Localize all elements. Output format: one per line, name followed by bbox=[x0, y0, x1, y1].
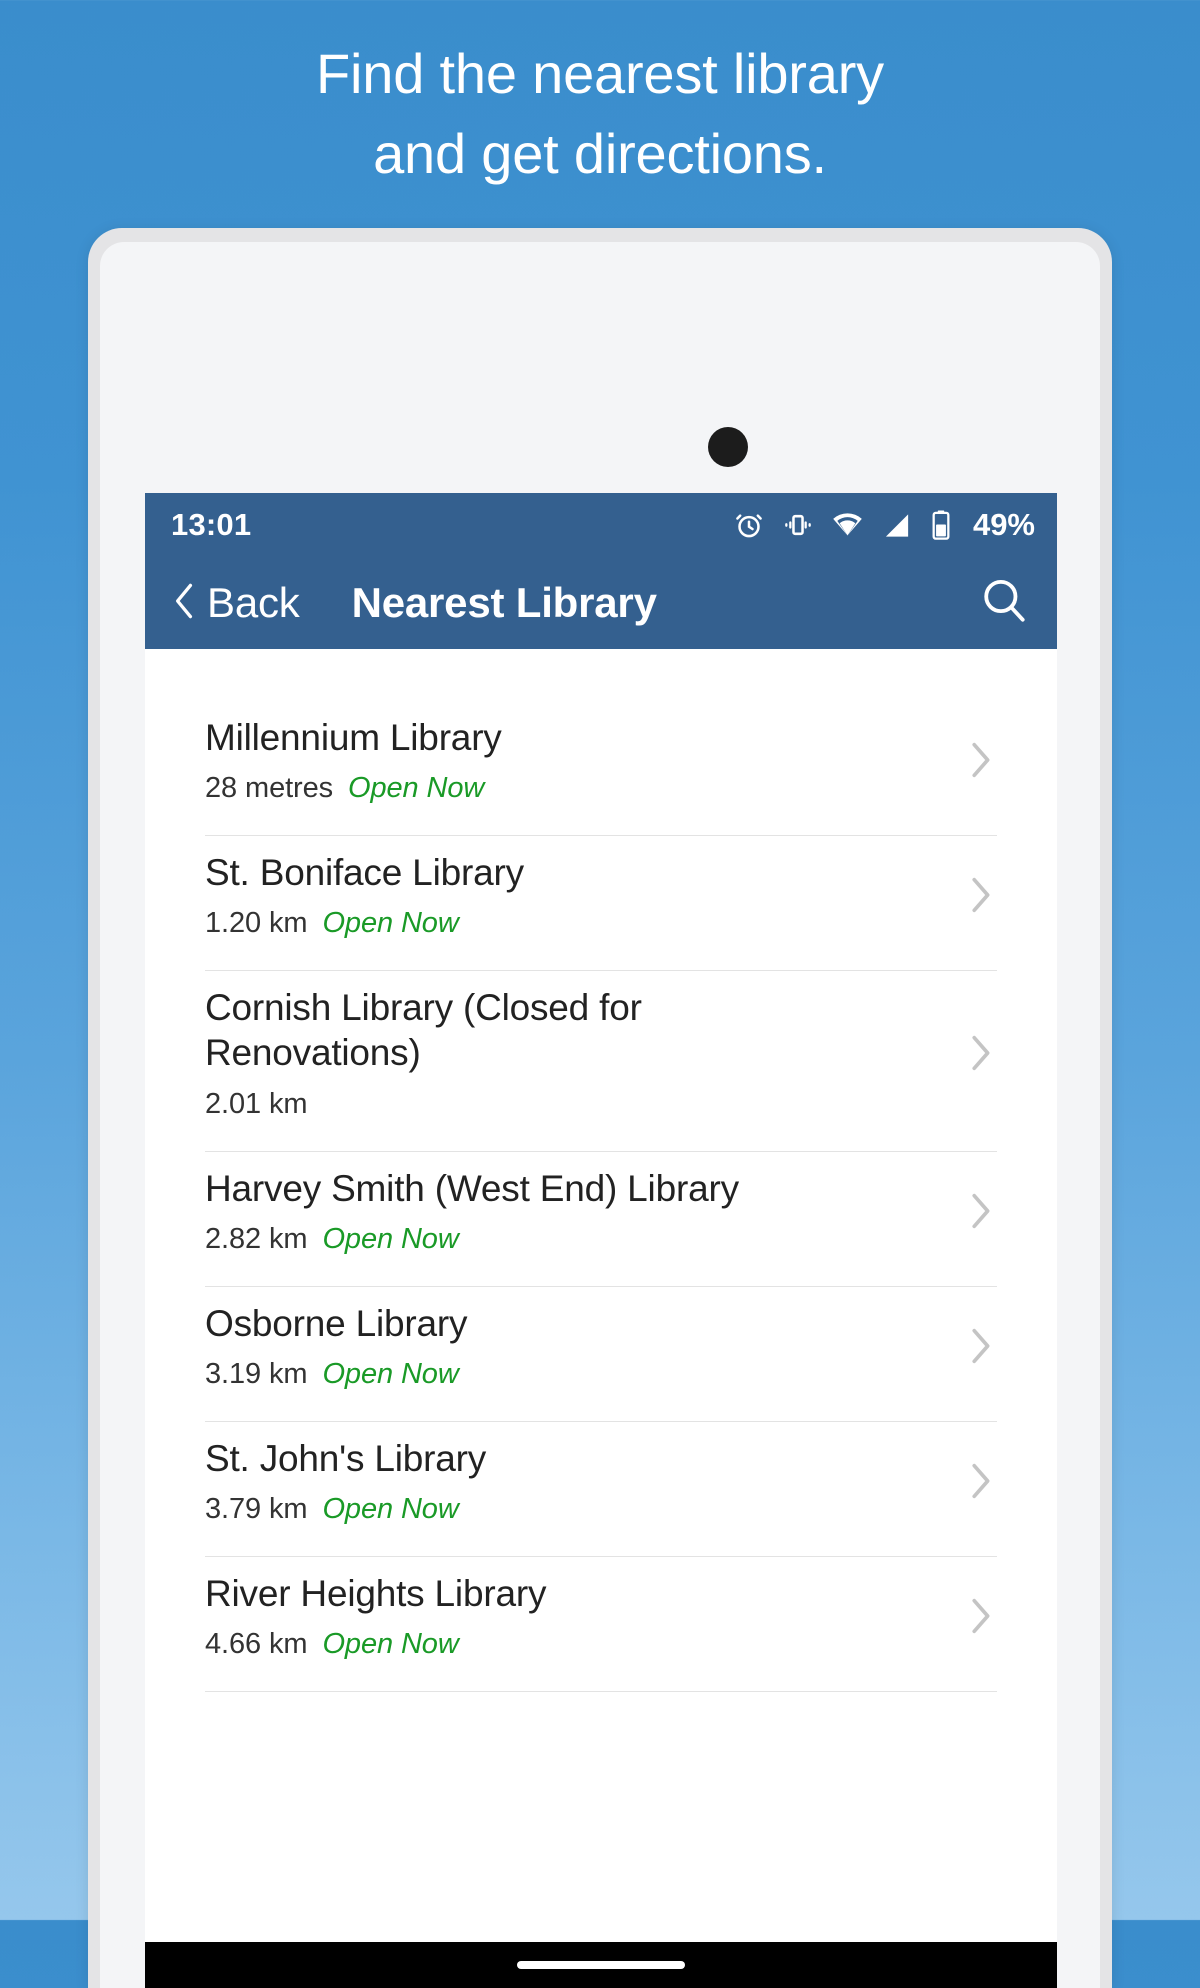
library-name: River Heights Library bbox=[205, 1572, 547, 1614]
list-item[interactable]: Cornish Library (Closed for Renovations)… bbox=[205, 971, 997, 1150]
phone-screen: 13:01 49% Back Nearest Library Millenniu… bbox=[145, 493, 1057, 1988]
list-item-text: River Heights Library 4.66 km Open Now bbox=[205, 1571, 963, 1661]
library-meta: 28 metres Open Now bbox=[205, 772, 933, 805]
library-open-status: Open Now bbox=[322, 1628, 459, 1660]
list-item[interactable]: Millennium Library 28 metres Open Now bbox=[205, 701, 997, 835]
status-bar: 13:01 49% bbox=[145, 493, 1057, 557]
list-item[interactable]: Osborne Library 3.19 km Open Now bbox=[205, 1287, 997, 1421]
wifi-icon bbox=[831, 509, 864, 542]
battery-icon bbox=[929, 509, 953, 541]
list-divider bbox=[205, 1691, 997, 1692]
promo-headline: Find the nearest library and get directi… bbox=[0, 34, 1200, 193]
back-button[interactable]: Back bbox=[169, 579, 300, 628]
app-navigation-bar: Back Nearest Library bbox=[145, 557, 1057, 649]
library-meta: 1.20 km Open Now bbox=[205, 907, 933, 940]
list-item-text: St. Boniface Library 1.20 km Open Now bbox=[205, 850, 963, 940]
chevron-left-icon bbox=[169, 579, 199, 628]
library-distance: 3.79 km bbox=[205, 1492, 308, 1525]
library-distance: 1.20 km bbox=[205, 907, 308, 940]
library-open-status: Open Now bbox=[348, 772, 485, 805]
chevron-right-icon[interactable] bbox=[963, 1188, 997, 1234]
status-bar-clock: 13:01 bbox=[171, 507, 252, 542]
status-bar-icons: 49% bbox=[733, 507, 1035, 543]
library-list[interactable]: Millennium Library 28 metres Open Now St… bbox=[145, 649, 1057, 1942]
list-item-text: Harvey Smith (West End) Library 2.82 km … bbox=[205, 1166, 963, 1256]
back-button-label: Back bbox=[207, 579, 300, 626]
library-name: St. Boniface Library bbox=[205, 852, 524, 894]
promo-headline-line1: Find the nearest library bbox=[316, 42, 884, 105]
chevron-right-icon[interactable] bbox=[963, 1323, 997, 1369]
library-open-status: Open Now bbox=[322, 1222, 459, 1255]
library-meta: 2.01 km bbox=[205, 1088, 933, 1121]
search-icon bbox=[977, 574, 1031, 633]
phone-body: 13:01 49% Back Nearest Library Millenniu… bbox=[100, 242, 1100, 1988]
system-gesture-bar bbox=[145, 1942, 1057, 1988]
battery-percent-label: 49% bbox=[972, 507, 1035, 542]
list-item-text: Osborne Library 3.19 km Open Now bbox=[205, 1301, 963, 1391]
home-indicator[interactable] bbox=[517, 1961, 685, 1969]
library-distance: 3.19 km bbox=[205, 1357, 308, 1390]
library-name: Osborne Library bbox=[205, 1302, 468, 1344]
chevron-right-icon[interactable] bbox=[963, 1030, 997, 1076]
library-distance: 2.01 km bbox=[205, 1087, 308, 1120]
chevron-right-icon[interactable] bbox=[963, 1458, 997, 1504]
alarm-clock-icon bbox=[733, 509, 765, 541]
library-meta: 2.82 km Open Now bbox=[205, 1223, 933, 1256]
library-meta: 3.79 km Open Now bbox=[205, 1493, 933, 1526]
library-name: Harvey Smith (West End) Library bbox=[205, 1167, 739, 1209]
list-item[interactable]: St. John's Library 3.79 km Open Now bbox=[205, 1422, 997, 1556]
library-meta: 4.66 km Open Now bbox=[205, 1628, 933, 1661]
library-open-status: Open Now bbox=[322, 907, 459, 940]
library-name: Cornish Library (Closed for Renovations) bbox=[205, 987, 642, 1074]
cellular-signal-icon bbox=[881, 510, 912, 541]
library-distance: 28 metres bbox=[205, 772, 334, 805]
list-item[interactable]: Harvey Smith (West End) Library 2.82 km … bbox=[205, 1152, 997, 1286]
library-open-status: Open Now bbox=[322, 1492, 459, 1525]
library-distance: 2.82 km bbox=[205, 1222, 308, 1255]
list-item-text: Cornish Library (Closed for Renovations)… bbox=[205, 985, 963, 1120]
search-button[interactable] bbox=[977, 574, 1031, 633]
library-name: St. John's Library bbox=[205, 1437, 487, 1479]
promo-headline-line2: and get directions. bbox=[373, 121, 827, 185]
library-distance: 4.66 km bbox=[205, 1628, 308, 1660]
list-item-text: St. John's Library 3.79 km Open Now bbox=[205, 1436, 963, 1526]
chevron-right-icon[interactable] bbox=[963, 872, 997, 918]
list-item[interactable]: River Heights Library 4.66 km Open Now bbox=[205, 1557, 997, 1691]
phone-mockup: 13:01 49% Back Nearest Library Millenniu… bbox=[88, 228, 1112, 1988]
list-item[interactable]: St. Boniface Library 1.20 km Open Now bbox=[205, 836, 997, 970]
chevron-right-icon[interactable] bbox=[963, 737, 997, 783]
vibrate-icon bbox=[782, 509, 814, 541]
list-item-text: Millennium Library 28 metres Open Now bbox=[205, 715, 963, 805]
chevron-right-icon[interactable] bbox=[963, 1593, 997, 1639]
library-open-status: Open Now bbox=[322, 1357, 459, 1390]
library-name: Millennium Library bbox=[205, 717, 502, 758]
library-meta: 3.19 km Open Now bbox=[205, 1358, 933, 1391]
page-title: Nearest Library bbox=[351, 579, 657, 626]
camera-dot-icon bbox=[708, 427, 748, 467]
